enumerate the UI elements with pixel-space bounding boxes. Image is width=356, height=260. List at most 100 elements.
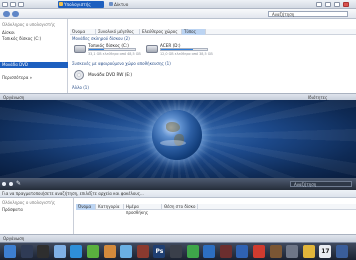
- group-other: Άλλο (1): [72, 85, 89, 90]
- media-column-date-added[interactable]: Ημέρα προσθήκης: [124, 204, 162, 215]
- window-control-close[interactable]: [2, 2, 8, 7]
- media-search-input[interactable]: Αναζήτηση: [290, 181, 352, 187]
- window-control-view[interactable]: [325, 2, 331, 7]
- window-control-help[interactable]: [334, 2, 340, 7]
- drive-dvd-e-name: Μονάδα DVD RW (E:): [88, 72, 133, 77]
- photoshop-icon[interactable]: Ps: [153, 245, 166, 258]
- finder-icon-glyph: [4, 245, 16, 258]
- window-control-close-right[interactable]: [343, 2, 349, 7]
- media-window: ✎ Αναζήτηση Για να πραγματοποιήσετε αναζ…: [0, 178, 356, 242]
- settings-icon[interactable]: [286, 245, 299, 258]
- window-control-settings[interactable]: [316, 2, 322, 7]
- navigation-pane: Ολόκληρος ο υπολογιστής Δίσκοι Τοπικός δ…: [0, 19, 68, 93]
- windows-icon[interactable]: [236, 245, 249, 258]
- drive-acer-d-usage-fill: [161, 49, 193, 50]
- window-control-minimize[interactable]: [10, 2, 16, 7]
- xbox-icon[interactable]: [186, 245, 199, 258]
- desktop-wallpaper: [0, 100, 356, 178]
- column-type[interactable]: Τύπος: [182, 29, 206, 35]
- drive-local-c-free: 33,1 GB ελεύθερα από 48,5 GB: [88, 52, 141, 56]
- prev-icon[interactable]: [2, 182, 6, 186]
- itunes-music-icon[interactable]: [203, 245, 216, 258]
- mail-icon[interactable]: [53, 245, 66, 258]
- media-column-location[interactable]: Θέση στο δίσκο: [162, 204, 198, 210]
- sidebar-item-entire-computer[interactable]: Ολόκληρος ο υπολογιστής: [0, 22, 68, 28]
- calendar-icon[interactable]: 17: [319, 245, 332, 258]
- network-icon: [109, 2, 113, 6]
- tab-network[interactable]: Δίκτυο: [108, 1, 144, 8]
- tab-computer[interactable]: Υπολογιστής: [58, 1, 104, 8]
- content-pane: Όνομα Συνολικό μέγεθος Ελεύθερος χώρος Τ…: [70, 19, 356, 93]
- drive-local-c-usage-fill: [89, 49, 104, 50]
- window-control-maximize[interactable]: [18, 2, 24, 7]
- media-navigation-pane: Ολόκληρος ο υπολογιστής Πρόσφατα: [0, 198, 74, 234]
- hard-drive-icon: [74, 45, 86, 53]
- earth-clouds: [160, 140, 186, 146]
- calendar-icon-glyph: 17: [321, 248, 330, 255]
- app-icon-glyph: [270, 245, 282, 258]
- address-bar: Αναζήτηση: [0, 9, 356, 19]
- volume-icon[interactable]: ✎: [16, 180, 21, 188]
- column-total-size[interactable]: Συνολικό μέγεθος: [96, 29, 140, 35]
- chrome-icon[interactable]: [253, 245, 265, 258]
- hard-drive-icon: [146, 45, 158, 53]
- media-sidebar-item-recent[interactable]: Πρόσφατα: [0, 207, 74, 213]
- sidebar-item-local-disk[interactable]: Τοπικός δίσκος (C:): [0, 36, 68, 42]
- terminal-icon-glyph: [37, 245, 49, 258]
- earth-globe-image: [152, 110, 202, 160]
- back-button[interactable]: [3, 11, 10, 17]
- photo-booth-icon[interactable]: [219, 245, 232, 258]
- frontrow-icon[interactable]: [136, 245, 149, 258]
- media-search-placeholder: Αναζήτηση: [294, 182, 317, 187]
- sidebar-item-dvd[interactable]: Μονάδα DVD: [0, 62, 68, 68]
- photos-icon-glyph: [104, 245, 116, 258]
- app-icon[interactable]: [269, 245, 282, 258]
- trash-icon[interactable]: [336, 245, 348, 258]
- itunes-icon[interactable]: [120, 245, 133, 258]
- drive-acer-d-usage-bar: [160, 48, 208, 51]
- windows-icon-glyph: [236, 245, 248, 258]
- media-toolbar: Οργάνωση: [0, 234, 356, 242]
- dvd-drive-icon: [74, 70, 84, 80]
- video-icon[interactable]: [170, 245, 182, 258]
- media-column-name[interactable]: Όνομα: [76, 204, 96, 210]
- column-name[interactable]: Όνομα: [70, 29, 96, 35]
- drive-dvd-e[interactable]: Μονάδα DVD RW (E:): [74, 69, 144, 83]
- explorer-titlebar: Υπολογιστής Δίκτυο: [0, 0, 356, 9]
- dock: Ps 17: [0, 242, 356, 260]
- finder-icon[interactable]: [4, 245, 16, 258]
- xbox-icon-glyph: [187, 245, 199, 258]
- drive-acer-d[interactable]: ACER (D:) 12,0 GB ελεύθερα από 38,5 GB: [146, 43, 216, 57]
- explorer-toolbar: Οργάνωση Ιδιότητες: [0, 93, 356, 100]
- column-free-space[interactable]: Ελεύθερος χώρος: [140, 29, 182, 35]
- search-notice: Για να πραγματοποιήσετε αναζήτηση, επιλέ…: [0, 190, 356, 198]
- terminal-icon[interactable]: [37, 245, 50, 258]
- trash-icon-glyph: [336, 245, 348, 258]
- group-hard-drives: Μονάδες σκληρού δίσκου (2): [72, 36, 130, 41]
- chrome-icon-glyph: [253, 245, 265, 258]
- ichat-icon[interactable]: [87, 245, 99, 258]
- media-sidebar-item-entire[interactable]: Ολόκληρος ο υπολογιστής: [0, 200, 74, 206]
- forward-button[interactable]: [12, 11, 19, 17]
- dashboard-icon-glyph: [21, 245, 33, 258]
- tab-computer-label: Υπολογιστής: [64, 2, 91, 7]
- ichat-icon-glyph: [87, 245, 99, 258]
- media-column-category[interactable]: Κατηγορία: [96, 204, 124, 210]
- settings-icon-glyph: [286, 245, 298, 258]
- safari-icon[interactable]: [70, 245, 83, 258]
- photos-icon[interactable]: [103, 245, 116, 258]
- explorer-window: Υπολογιστής Δίκτυο Αναζήτηση Ολόκληρος ο…: [0, 0, 356, 100]
- computer-icon: [59, 2, 63, 6]
- mail-icon-glyph: [54, 245, 66, 258]
- group-removable: Συσκευές με αφαιρούμενο χώρο αποθήκευσης…: [72, 61, 171, 66]
- play-icon[interactable]: [9, 182, 13, 186]
- notes-icon[interactable]: [302, 245, 315, 258]
- drive-local-c[interactable]: Τοπικός δίσκος (C:) 33,1 GB ελεύθερα από…: [74, 43, 144, 57]
- drive-local-c-usage-bar: [88, 48, 136, 51]
- frontrow-icon-glyph: [137, 245, 149, 258]
- sidebar-item-more[interactable]: Περισσότερα »: [0, 75, 68, 81]
- notes-icon-glyph: [303, 245, 315, 258]
- dashboard-icon[interactable]: [20, 245, 33, 258]
- video-icon-glyph: [170, 245, 182, 258]
- search-input[interactable]: Αναζήτηση: [268, 11, 348, 17]
